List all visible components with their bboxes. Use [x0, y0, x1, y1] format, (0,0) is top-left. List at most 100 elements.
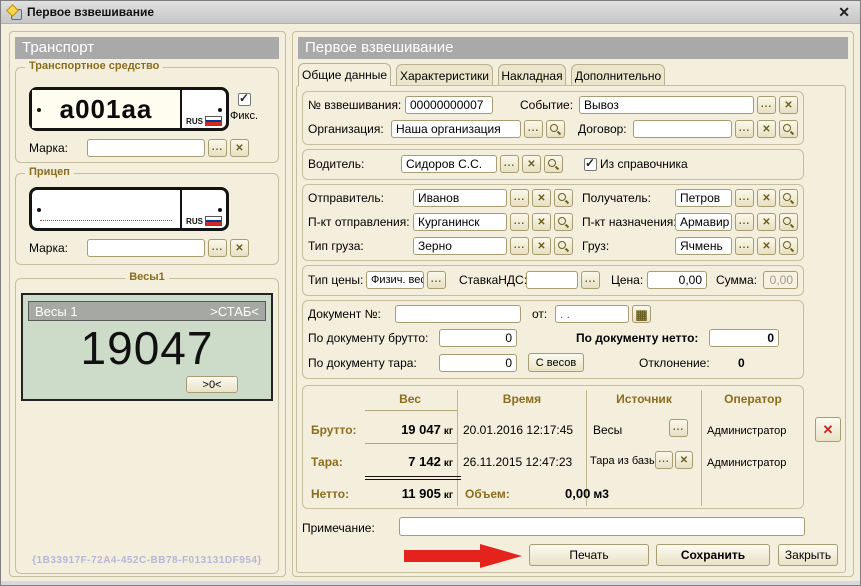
tab-invoice[interactable]: Накладная [498, 64, 566, 86]
vehicle-plate-input[interactable]: а001аа RUS [29, 87, 229, 131]
departure-label: П-кт отправления: [308, 215, 410, 229]
plate-bolt-icon [37, 208, 41, 212]
org-search-button[interactable] [546, 120, 565, 138]
trailer-marka-pick-button[interactable]: ... [208, 239, 227, 257]
calendar-button[interactable]: ▦ [632, 305, 651, 323]
col-header-operator: Оператор [705, 392, 801, 406]
note-input[interactable] [399, 517, 805, 536]
trailer-plate-input[interactable]: RUS [29, 187, 229, 231]
red-arrow-icon [404, 550, 480, 562]
destination-pick-button[interactable]: ... [735, 213, 754, 231]
tab-additional[interactable]: Дополнительно [571, 64, 665, 86]
receiver-pick-button[interactable]: ... [735, 189, 754, 207]
doc-tare-input[interactable]: 0 [439, 354, 517, 372]
driver-clear-button[interactable]: ✕ [522, 155, 541, 173]
zero-button[interactable]: >0< [186, 376, 238, 393]
contract-search-button[interactable] [779, 120, 798, 138]
header-underline [365, 410, 457, 411]
trailer-marka-input[interactable] [87, 239, 205, 257]
doc-net-input[interactable]: 0 [709, 329, 779, 347]
number-input[interactable]: 00000000007 [405, 96, 493, 114]
gross-source-pick-button[interactable]: ... [669, 419, 688, 437]
delete-weighing-button[interactable]: ✕ [815, 417, 841, 442]
trailer-marka-label: Марка: [29, 241, 84, 255]
cargo-type-pick-button[interactable]: ... [510, 237, 529, 255]
departure-search-button[interactable] [554, 213, 573, 231]
doc-gross-label: По документу брутто: [308, 331, 436, 345]
event-clear-button[interactable]: ✕ [779, 96, 798, 114]
column-divider [701, 390, 702, 506]
sum-label: Сумма: [716, 273, 760, 287]
tare-weight: 7 142кг [365, 453, 453, 471]
driver-search-button[interactable] [544, 155, 563, 173]
org-input[interactable]: Наша организация [391, 120, 521, 138]
departure-input[interactable]: Курганинск [413, 213, 507, 231]
vehicle-marka-label: Марка: [29, 141, 84, 155]
cargo-input[interactable]: Ячмень [675, 237, 732, 255]
tare-source-pick-button[interactable]: ... [655, 451, 673, 469]
event-pick-button[interactable]: ... [757, 96, 776, 114]
save-button[interactable]: Сохранить [656, 544, 770, 566]
from-catalog-checkbox[interactable] [584, 158, 597, 171]
driver-pick-button[interactable]: ... [500, 155, 519, 173]
tab-general[interactable]: Общие данные [298, 63, 391, 86]
destination-search-button[interactable] [779, 213, 798, 231]
org-pick-button[interactable]: ... [524, 120, 543, 138]
cargo-type-clear-button[interactable]: ✕ [532, 237, 551, 255]
vehicle-group-legend: Транспортное средство [25, 60, 163, 73]
cargo-label: Груз: [582, 239, 672, 253]
weighing-header: Первое взвешивание [298, 37, 848, 59]
departure-clear-button[interactable]: ✕ [532, 213, 551, 231]
close-icon[interactable]: ✕ [838, 4, 850, 21]
cargo-type-search-button[interactable] [554, 237, 573, 255]
tab-characteristics[interactable]: Характеристики [396, 64, 493, 86]
scale-display: Весы 1 >СТАБ< 19047 >0< [21, 293, 273, 401]
price-type-input[interactable]: Физич. вес [366, 271, 424, 289]
vehicle-plate-region[interactable]: RUS [182, 90, 226, 128]
price-input[interactable]: 0,00 [647, 271, 707, 289]
contract-input[interactable] [633, 120, 732, 138]
departure-pick-button[interactable]: ... [510, 213, 529, 231]
sender-search-button[interactable] [554, 189, 573, 207]
scale-name: Весы 1 [35, 304, 78, 319]
contract-clear-button[interactable]: ✕ [757, 120, 776, 138]
cargo-type-input[interactable]: Зерно [413, 237, 507, 255]
from-catalog-label: Из справочника [600, 157, 688, 171]
trailer-plate-number[interactable] [32, 190, 182, 228]
destination-clear-button[interactable]: ✕ [757, 213, 776, 231]
search-icon [558, 241, 569, 252]
vehicle-marka-input[interactable] [87, 139, 205, 157]
doc-number-input[interactable] [395, 305, 521, 323]
sender-pick-button[interactable]: ... [510, 189, 529, 207]
destination-input[interactable]: Армавир [675, 213, 732, 231]
doc-gross-input[interactable]: 0 [439, 329, 517, 347]
doc-date-input[interactable]: . . [555, 305, 629, 323]
cargo-search-button[interactable] [779, 237, 798, 255]
receiver-clear-button[interactable]: ✕ [757, 189, 776, 207]
from-scales-button[interactable]: С весов [528, 353, 584, 372]
driver-input[interactable]: Сидоров С.С. [401, 155, 497, 173]
plate-bolt-icon [218, 108, 222, 112]
price-type-pick-button[interactable]: ... [427, 271, 446, 289]
fix-checkbox[interactable] [238, 93, 251, 106]
vehicle-plate-number[interactable]: а001аа [32, 90, 182, 128]
vat-input[interactable] [526, 271, 578, 289]
vat-pick-button[interactable]: ... [581, 271, 600, 289]
print-button[interactable]: Печать [529, 544, 649, 566]
contract-pick-button[interactable]: ... [735, 120, 754, 138]
vehicle-marka-clear-button[interactable]: ✕ [230, 139, 249, 157]
trailer-marka-clear-button[interactable]: ✕ [230, 239, 249, 257]
sender-clear-button[interactable]: ✕ [532, 189, 551, 207]
receiver-search-button[interactable] [779, 189, 798, 207]
event-input[interactable]: Вывоз [579, 96, 754, 114]
sender-label: Отправитель: [308, 191, 410, 205]
tare-source-clear-button[interactable]: ✕ [675, 451, 693, 469]
vehicle-marka-pick-button[interactable]: ... [208, 139, 227, 157]
calendar-icon: ▦ [635, 308, 647, 321]
cargo-clear-button[interactable]: ✕ [757, 237, 776, 255]
close-button[interactable]: Закрыть [778, 544, 838, 566]
receiver-input[interactable]: Петров [675, 189, 732, 207]
sender-input[interactable]: Иванов [413, 189, 507, 207]
cargo-pick-button[interactable]: ... [735, 237, 754, 255]
trailer-plate-region[interactable]: RUS [182, 190, 226, 228]
